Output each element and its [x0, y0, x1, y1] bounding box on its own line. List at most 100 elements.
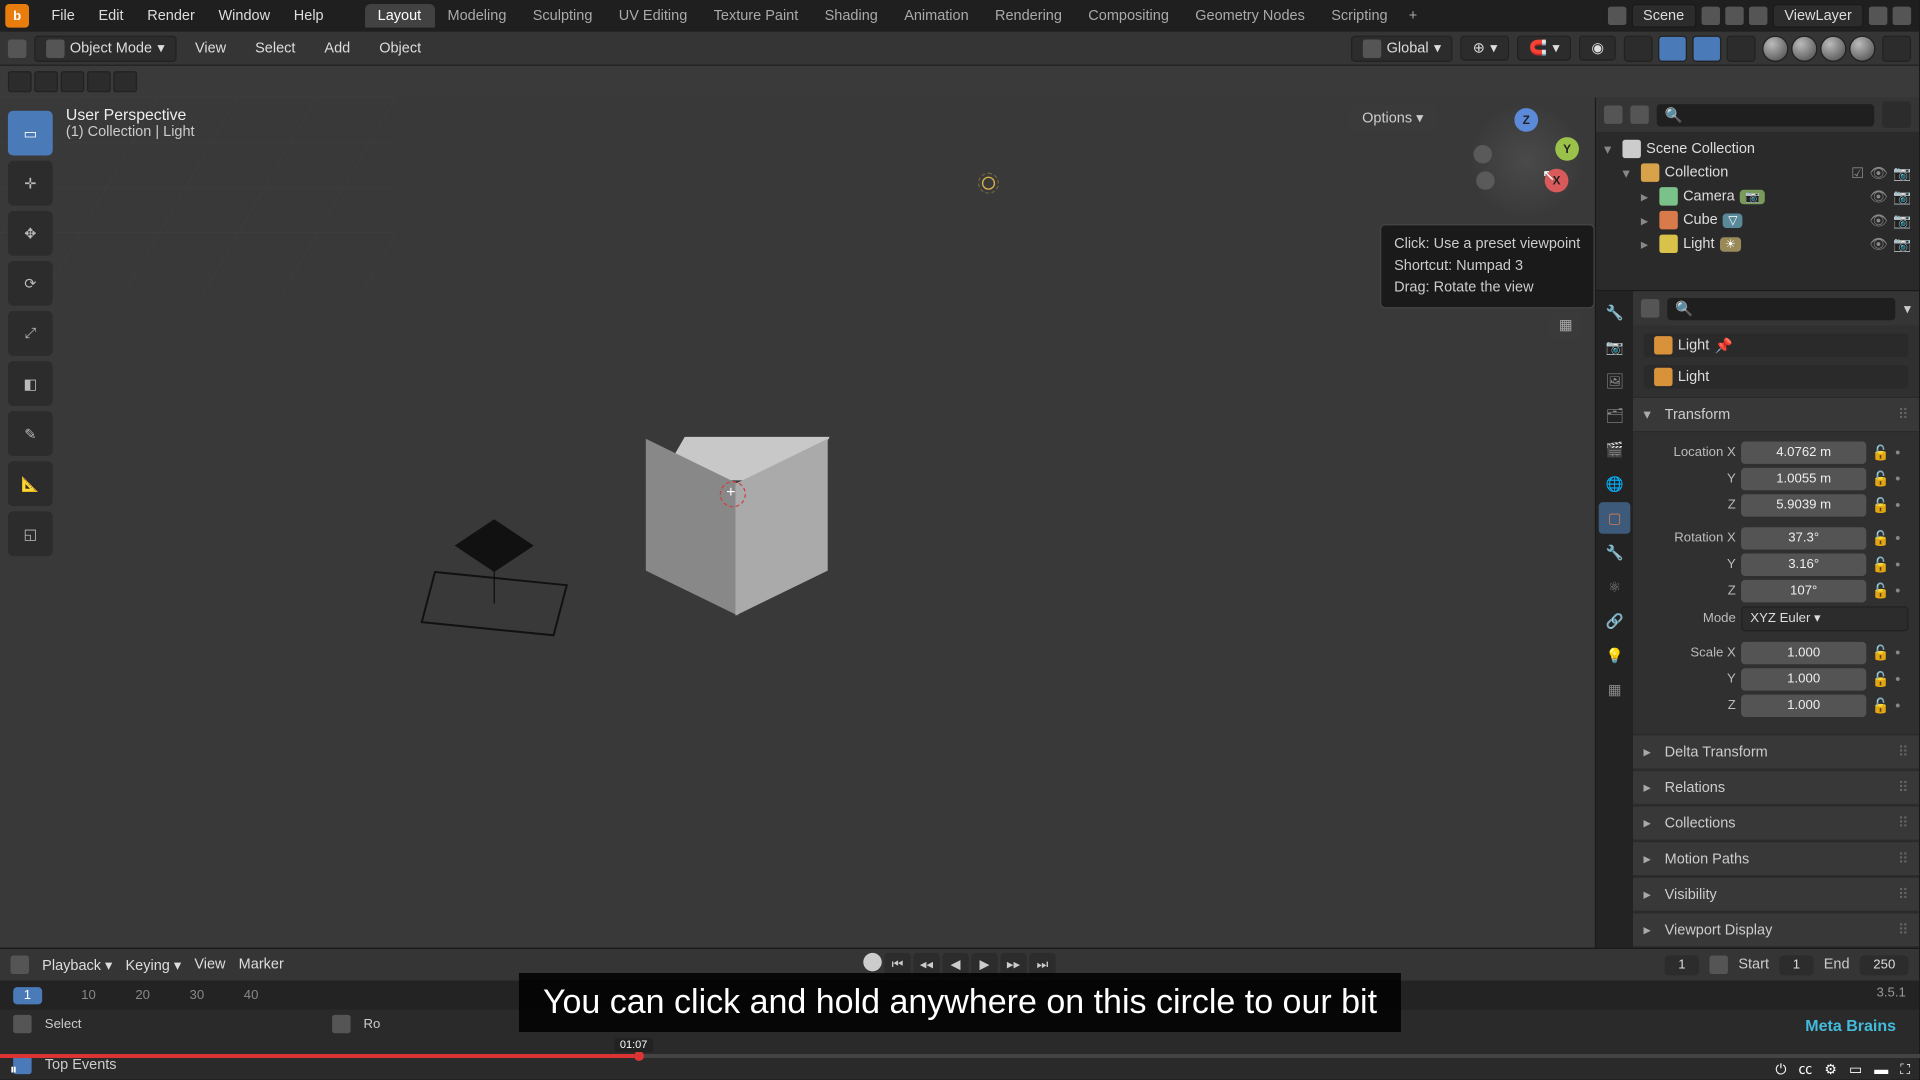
animate-dot-icon[interactable]: • [1895, 557, 1908, 573]
workspace-texture-paint[interactable]: Texture Paint [700, 4, 811, 28]
header-menu-add[interactable]: Add [314, 36, 361, 60]
tool-annotate[interactable]: ✎ [8, 411, 53, 456]
prop-tab-output[interactable]: 🖼 [1599, 365, 1631, 397]
keyframe-prev-button[interactable]: ◂◂ [913, 953, 939, 977]
workspace-uv-editing[interactable]: UV Editing [606, 4, 701, 28]
animate-dot-icon[interactable]: • [1895, 698, 1908, 714]
gizmo-toggle-icon[interactable] [1658, 35, 1687, 61]
lock-icon[interactable]: 🔓 [1872, 530, 1890, 547]
options-dropdown-icon[interactable]: ▾ [1904, 300, 1911, 317]
rotation-mode-dropdown[interactable]: XYZ Euler ▾ [1741, 606, 1908, 631]
collection-row[interactable]: Collection [1665, 165, 1729, 181]
outliner-filter-icon[interactable] [1882, 101, 1911, 127]
prop-tab-viewlayer[interactable]: 🗂 [1599, 399, 1631, 431]
perspective-toggle-icon[interactable]: ▦ [1550, 308, 1582, 340]
tool-cursor[interactable]: ✛ [8, 161, 53, 206]
lock-icon[interactable]: 🔓 [1872, 471, 1890, 488]
remove-layer-icon[interactable] [1893, 7, 1911, 25]
current-frame-input[interactable]: 1 [1665, 955, 1699, 975]
lock-icon[interactable]: 🔓 [1872, 444, 1890, 461]
outliner-light-row[interactable]: Light [1683, 236, 1714, 252]
select-mode-3-icon[interactable] [61, 71, 85, 92]
menu-window[interactable]: Window [207, 4, 282, 28]
new-scene-icon[interactable] [1701, 7, 1719, 25]
location-x-input[interactable]: 4.0762 m [1741, 442, 1866, 464]
workspace-rendering[interactable]: Rendering [982, 4, 1075, 28]
header-menu-object[interactable]: Object [369, 36, 432, 60]
workspace-scripting[interactable]: Scripting [1318, 4, 1401, 28]
lock-icon[interactable]: 🔓 [1872, 556, 1890, 573]
jump-start-button[interactable]: ⏮ [884, 953, 910, 977]
shading-options-dropdown[interactable] [1882, 35, 1911, 61]
animate-dot-icon[interactable]: • [1895, 498, 1908, 514]
hide-viewport-icon[interactable]: 👁 [1869, 164, 1887, 181]
outliner-search-input[interactable]: 🔍 [1657, 103, 1874, 125]
object-visibility-icon[interactable] [1624, 35, 1653, 61]
panel-grip-icon[interactable]: ⠿ [1898, 743, 1909, 760]
tool-scale[interactable]: ⤢ [8, 311, 53, 356]
workspace-layout[interactable]: Layout [364, 4, 434, 28]
hide-viewport-icon[interactable]: 👁 [1869, 235, 1887, 252]
tool-select-box[interactable]: ▭ [8, 111, 53, 156]
news-widget-icon[interactable] [13, 1056, 31, 1074]
disclosure-triangle-icon[interactable]: ▸ [1641, 212, 1654, 229]
disclosure-triangle-icon[interactable]: ▾ [1604, 140, 1617, 157]
workspace-shading[interactable]: Shading [811, 4, 891, 28]
animate-dot-icon[interactable]: • [1895, 672, 1908, 688]
playhead-frame[interactable]: 1 [13, 987, 41, 1004]
animate-dot-icon[interactable]: • [1895, 645, 1908, 661]
tool-transform[interactable]: ◧ [8, 361, 53, 406]
properties-search-input[interactable]: 🔍 [1667, 297, 1896, 319]
jump-end-button[interactable]: ⏭ [1029, 953, 1055, 977]
viewport-options-dropdown[interactable]: Options ▾ [1349, 105, 1437, 130]
visibility-header[interactable]: ▸Visibility⠿ [1633, 876, 1919, 912]
shading-solid-icon[interactable] [1791, 35, 1817, 61]
camera-data-badge[interactable]: 📷 [1740, 189, 1765, 203]
disclosure-triangle-icon[interactable]: ▸ [1641, 235, 1654, 252]
camera-object[interactable] [422, 519, 580, 624]
transform-section-header[interactable]: ▾ Transform ⠿ [1633, 397, 1919, 433]
timeline-ruler[interactable]: 1 10 20 30 40 [0, 981, 1919, 1010]
menu-file[interactable]: File [40, 4, 87, 28]
delete-scene-icon[interactable] [1725, 7, 1743, 25]
panel-grip-icon[interactable]: ⠿ [1898, 921, 1909, 938]
select-mode-1-icon[interactable] [8, 71, 32, 92]
news-widget-label[interactable]: Top Events [45, 1057, 117, 1073]
prop-tab-world[interactable]: 🌐 [1599, 468, 1631, 500]
panel-grip-icon[interactable]: ⠿ [1898, 815, 1909, 832]
light-object[interactable] [982, 177, 995, 190]
scale-y-input[interactable]: 1.000 [1741, 668, 1866, 690]
workspace-sculpting[interactable]: Sculpting [520, 4, 606, 28]
play-button[interactable]: ▶ [971, 953, 997, 977]
viewlayer-name-field[interactable]: ViewLayer [1772, 4, 1863, 28]
new-layer-icon[interactable] [1869, 7, 1887, 25]
menu-help[interactable]: Help [282, 4, 336, 28]
header-menu-view[interactable]: View [184, 36, 236, 60]
properties-breadcrumb[interactable]: Light 📌 [1644, 333, 1909, 357]
tool-rotate[interactable]: ⟳ [8, 261, 53, 306]
timeline-editor-icon[interactable] [11, 956, 29, 974]
mesh-data-badge[interactable]: ▽ [1723, 213, 1743, 227]
preview-range-icon[interactable] [1709, 956, 1727, 974]
prop-tab-scene[interactable]: 🎬 [1599, 434, 1631, 466]
outliner-camera-row[interactable]: Camera [1683, 188, 1735, 204]
interaction-mode-dropdown[interactable]: Object Mode ▾ [34, 35, 176, 61]
viewport-display-header[interactable]: ▸Viewport Display⠿ [1633, 912, 1919, 948]
motion-paths-header[interactable]: ▸Motion Paths⠿ [1633, 841, 1919, 877]
gizmo-axis-x[interactable]: X [1545, 169, 1569, 193]
select-mode-5-icon[interactable] [113, 71, 137, 92]
disable-render-icon[interactable]: 📷 [1893, 164, 1911, 181]
animate-dot-icon[interactable]: • [1895, 530, 1908, 546]
rotation-x-input[interactable]: 37.3° [1741, 527, 1866, 549]
add-workspace-button[interactable]: + [1401, 4, 1425, 28]
timeline-marker-menu[interactable]: Marker [239, 957, 284, 973]
workspace-geometry-nodes[interactable]: Geometry Nodes [1182, 4, 1318, 28]
panel-grip-icon[interactable]: ⠿ [1898, 406, 1909, 423]
prop-tab-object[interactable]: ▢ [1599, 502, 1631, 534]
prop-tab-texture[interactable]: ▦ [1599, 673, 1631, 705]
panel-grip-icon[interactable]: ⠿ [1898, 850, 1909, 867]
rotation-y-input[interactable]: 3.16° [1741, 554, 1866, 576]
timeline-view-menu[interactable]: View [194, 957, 225, 973]
delta-transform-header[interactable]: ▸Delta Transform⠿ [1633, 734, 1919, 770]
outliner-editor-icon[interactable] [1604, 105, 1622, 123]
